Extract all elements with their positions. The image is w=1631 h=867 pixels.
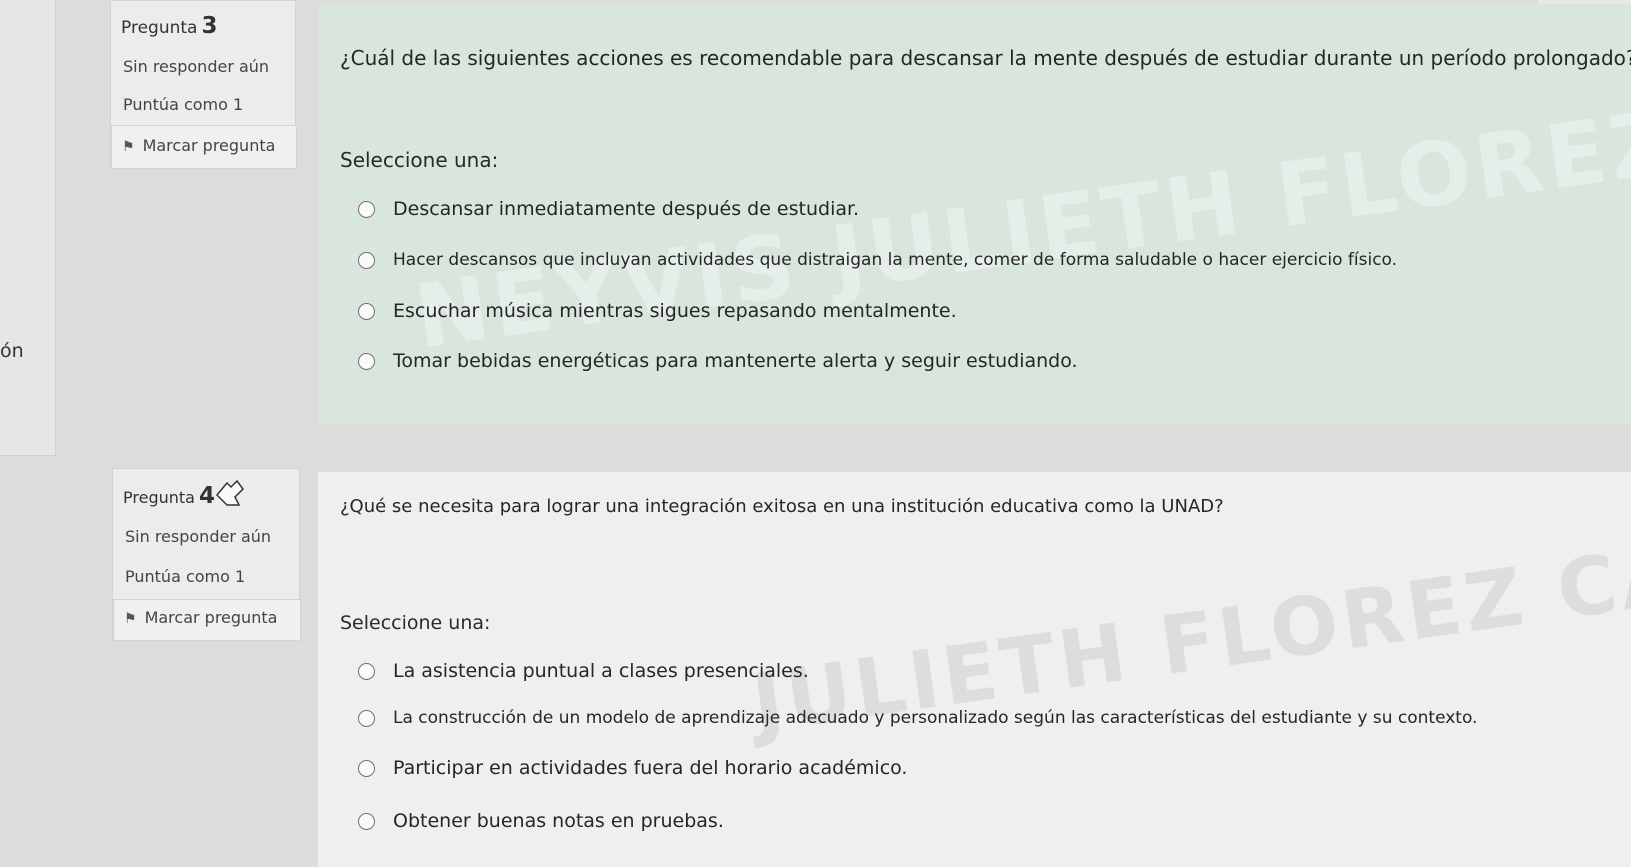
question-points: Puntúa como 1	[125, 567, 246, 586]
question-label: Pregunta	[123, 488, 195, 507]
radio-button[interactable]	[358, 662, 375, 680]
flag-icon: ⚑	[124, 611, 137, 627]
question-label: Pregunta	[121, 18, 198, 38]
answer-option[interactable]: Hacer descansos que incluyan actividades…	[358, 250, 1397, 270]
answer-option[interactable]: Participar en actividades fuera del hora…	[358, 757, 907, 779]
question-info-2: Pregunta 4 Sin responder aún Puntúa como …	[112, 468, 301, 641]
question-number: Pregunta 3	[121, 13, 217, 39]
question-number: Pregunta 4	[123, 483, 215, 509]
question-content-1: NEYVIS JULIETH FLOREZ CAMA ¿Cuál de las …	[318, 4, 1631, 424]
radio-button[interactable]	[358, 352, 375, 370]
select-prompt: Seleccione una:	[340, 148, 499, 172]
radio-button[interactable]	[358, 251, 375, 269]
question-status: Sin responder aún	[123, 57, 270, 76]
question-text: ¿Cuál de las siguientes acciones es reco…	[340, 46, 1631, 70]
answer-option[interactable]: La asistencia puntual a clases presencia…	[358, 660, 809, 682]
answer-label: Escuchar música mientras sigues repasand…	[393, 300, 957, 322]
hand-cursor-icon	[215, 479, 244, 506]
answer-label: Obtener buenas notas en pruebas.	[393, 810, 724, 832]
answer-label: Descansar inmediatamente después de estu…	[393, 198, 860, 220]
left-panel-strip: ón	[0, 0, 56, 456]
answer-option[interactable]: Obtener buenas notas en pruebas.	[358, 810, 724, 832]
answer-label: Tomar bebidas energéticas para mantenert…	[393, 350, 1078, 372]
answer-option[interactable]: Escuchar música mientras sigues repasand…	[358, 300, 957, 322]
question-status: Sin responder aún	[125, 527, 272, 546]
radio-button[interactable]	[358, 200, 375, 218]
flag-question-button[interactable]: ⚑ Marcar pregunta	[111, 125, 297, 169]
radio-button[interactable]	[358, 759, 375, 777]
answer-label: Hacer descansos que incluyan actividades…	[393, 250, 1398, 270]
radio-button[interactable]	[358, 812, 375, 830]
question-number-value: 3	[201, 13, 218, 39]
flag-icon: ⚑	[122, 139, 135, 155]
question-info-1: Pregunta 3 Sin responder aún Puntúa como …	[110, 0, 297, 169]
question-points: Puntúa como 1	[123, 95, 244, 114]
flag-label: Marcar pregunta	[144, 608, 278, 627]
radio-button[interactable]	[358, 709, 375, 727]
partial-left-text: ón	[0, 340, 24, 362]
flag-question-button[interactable]: ⚑ Marcar pregunta	[113, 599, 301, 641]
answer-option[interactable]: La construcción de un modelo de aprendiz…	[358, 708, 1477, 728]
answer-option[interactable]: Descansar inmediatamente después de estu…	[358, 198, 859, 220]
flag-label: Marcar pregunta	[142, 136, 276, 155]
answer-label: La construcción de un modelo de aprendiz…	[393, 708, 1478, 728]
select-prompt: Seleccione una:	[340, 612, 491, 634]
answer-label: Participar en actividades fuera del hora…	[393, 757, 908, 779]
answer-label: La asistencia puntual a clases presencia…	[393, 660, 809, 682]
question-text: ¿Qué se necesita para lograr una integra…	[340, 496, 1224, 517]
radio-button[interactable]	[358, 302, 375, 320]
question-content-2: JULIETH FLOREZ CAMA ¿Qué se necesita par…	[318, 472, 1631, 867]
answer-option[interactable]: Tomar bebidas energéticas para mantenert…	[358, 350, 1078, 372]
